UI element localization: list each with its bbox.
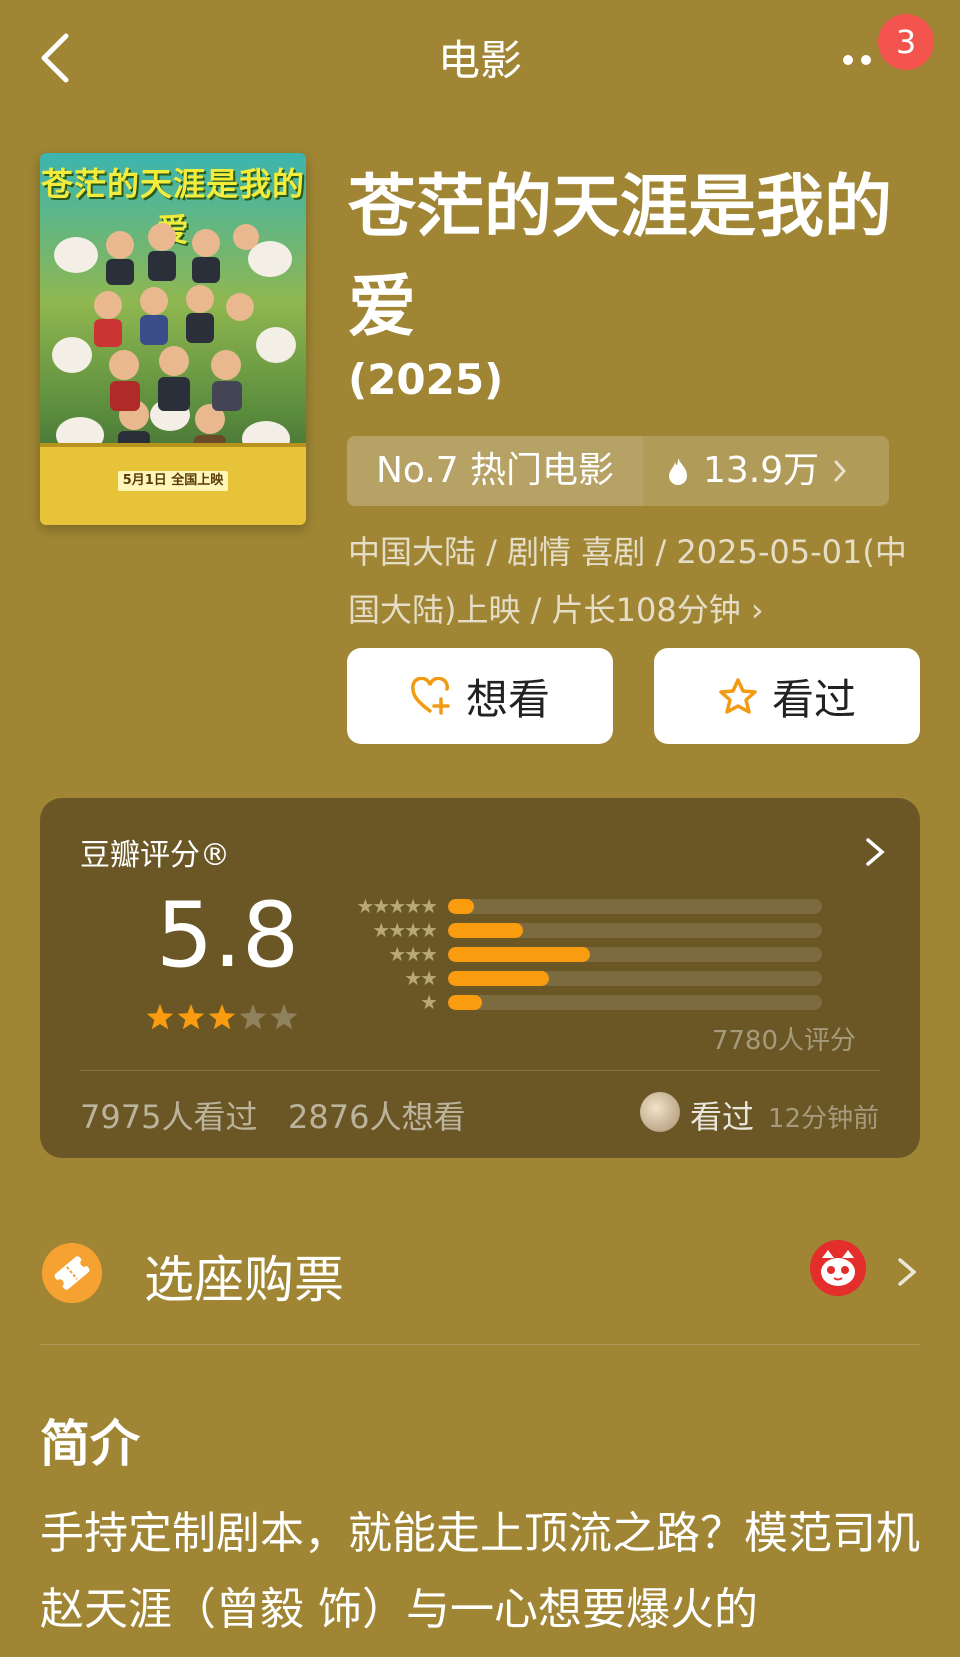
star-level-label: ★★★ bbox=[388, 942, 438, 966]
page-title: 电影 bbox=[437, 36, 522, 85]
synopsis-heading: 简介 bbox=[40, 1415, 140, 1473]
rating-label: 豆瓣评分® bbox=[80, 838, 230, 873]
rating-distribution-row: ★★ bbox=[338, 966, 858, 990]
buy-tickets-label[interactable]: 选座购票 bbox=[144, 1240, 344, 1312]
rating-distribution-row: ★ bbox=[338, 990, 858, 1014]
rating-bar-fill bbox=[448, 898, 475, 914]
rating-bar-fill bbox=[448, 946, 591, 962]
heat-value: 13.9万 bbox=[703, 450, 820, 491]
star-level-label: ★ bbox=[420, 990, 438, 1014]
rating-bar-fill bbox=[448, 922, 523, 938]
ranking-chip[interactable]: No.7 热门电影 13.9万 bbox=[347, 436, 889, 506]
poster-release-date: 5月1日 全国上映 bbox=[118, 471, 228, 491]
notification-badge[interactable]: 3 bbox=[878, 14, 934, 70]
star-level-label: ★★ bbox=[404, 966, 438, 990]
rating-bar-fill bbox=[448, 970, 549, 986]
chevron-right-icon[interactable] bbox=[860, 832, 890, 872]
rating-bar-track bbox=[448, 946, 822, 962]
movie-year: (2025) bbox=[348, 355, 504, 404]
rating-bar-track bbox=[448, 970, 822, 986]
avatar[interactable] bbox=[640, 1092, 680, 1132]
rating-stars bbox=[146, 1004, 298, 1030]
rating-distribution: ★★★★★ ★★★★ ★★★ ★★ ★ bbox=[338, 894, 858, 1014]
rating-count: 7780人评分 bbox=[711, 1026, 856, 1056]
chevron-right-icon bbox=[834, 460, 847, 482]
maoyan-cat-logo-icon bbox=[810, 1240, 866, 1296]
rating-distribution-row: ★★★★★ bbox=[338, 894, 858, 918]
rating-score: 5.8 bbox=[156, 883, 300, 988]
movie-title: 苍茫的天涯是我的爱 bbox=[348, 168, 893, 347]
ticket-icon[interactable] bbox=[42, 1243, 102, 1303]
chevron-right-icon[interactable] bbox=[896, 1252, 918, 1292]
rating-bar-track bbox=[448, 898, 822, 914]
want-to-watch-button[interactable]: 想看 bbox=[347, 648, 613, 744]
rating-distribution-row: ★★★ bbox=[338, 942, 858, 966]
seen-button[interactable]: 看过 bbox=[654, 648, 920, 744]
seen-label: 看过 bbox=[771, 674, 856, 724]
star-empty-icon bbox=[239, 1004, 267, 1030]
watched-count[interactable]: 7975人看过 bbox=[80, 1092, 257, 1138]
heart-plus-icon bbox=[411, 677, 450, 715]
poster-cast-illustration bbox=[52, 223, 296, 465]
rank-label: No.7 热门电影 bbox=[347, 436, 643, 506]
rating-distribution-row: ★★★★ bbox=[338, 918, 858, 942]
star-filled-icon bbox=[146, 1004, 174, 1030]
rating-card[interactable]: 豆瓣评分® 5.8 ★★★★★ ★★★★ ★★★ ★★ ★ 7780人评分 7975人看… bbox=[40, 798, 920, 1158]
friend-activity[interactable]: 看过 bbox=[690, 1092, 754, 1138]
star-filled-icon bbox=[177, 1004, 205, 1030]
want-label: 想看 bbox=[465, 674, 550, 724]
star-level-label: ★★★★ bbox=[372, 918, 438, 942]
movie-poster[interactable]: 苍茫的天涯是我的爱 5月1日 全国上映 bbox=[40, 153, 306, 525]
star-level-label: ★★★★★ bbox=[356, 894, 438, 918]
heat-indicator: 13.9万 bbox=[643, 436, 889, 506]
rating-bar-track bbox=[448, 922, 822, 938]
star-empty-icon bbox=[270, 1004, 298, 1030]
flame-icon bbox=[669, 458, 687, 485]
rating-bar-track bbox=[448, 994, 822, 1010]
synopsis-text: 手持定制剧本，就能走上顶流之路？模范司机赵天涯（曾毅 饰）与一心想要爆火的 bbox=[40, 1508, 920, 1635]
wanted-count[interactable]: 2876人想看 bbox=[288, 1092, 465, 1138]
divider bbox=[80, 1070, 880, 1071]
rating-bar-fill bbox=[448, 994, 482, 1010]
movie-meta-info[interactable]: 中国大陆 / 剧情 喜剧 / 2025-05-01(中国大陆)上映 / 片长10… bbox=[348, 523, 928, 639]
star-outline-icon bbox=[719, 678, 757, 714]
divider bbox=[40, 1344, 920, 1345]
friend-activity-time: 12分钟前 bbox=[768, 1104, 880, 1134]
star-filled-icon bbox=[208, 1004, 236, 1030]
